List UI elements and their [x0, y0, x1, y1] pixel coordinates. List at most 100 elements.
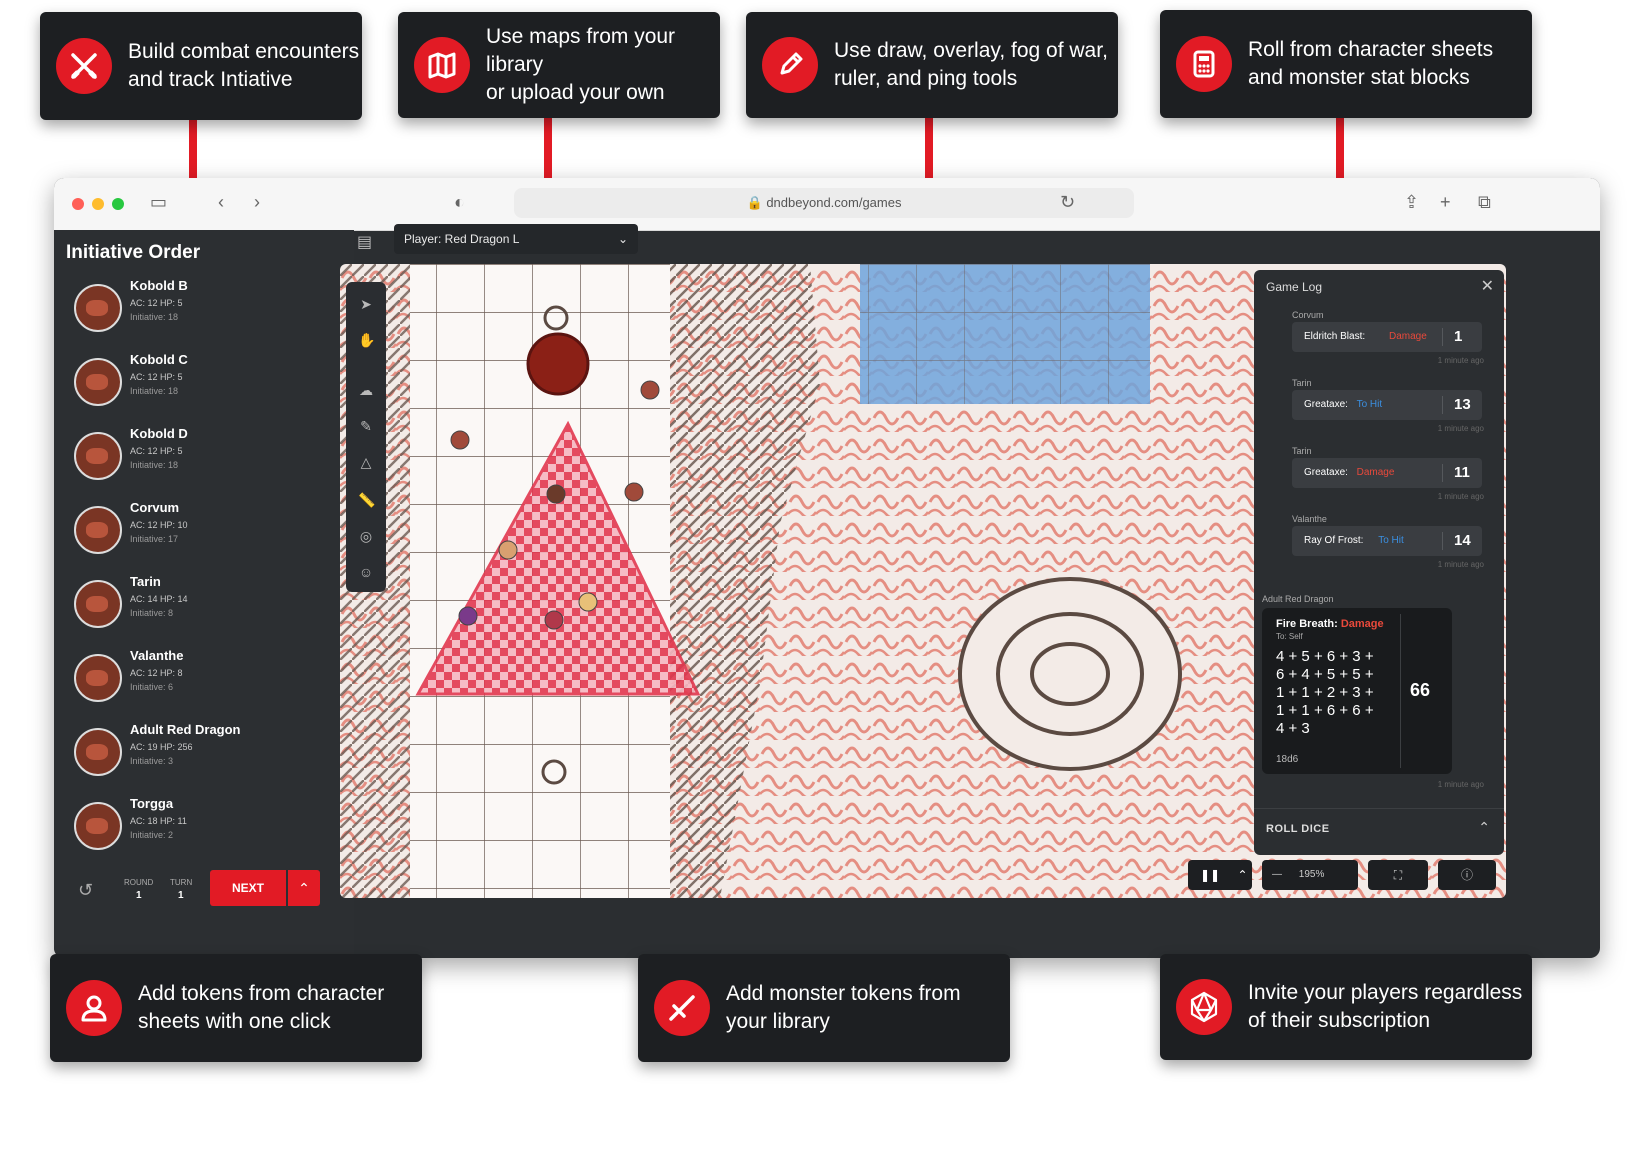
callout-tokens: Add tokens from character sheets with on… [50, 954, 422, 1062]
kobold-token[interactable] [640, 380, 660, 400]
callout-text: Build combat encounters and track Intiat… [128, 40, 360, 91]
log-actor: Valanthe [1292, 514, 1327, 524]
callout-maps: Use maps from your library or upload you… [398, 12, 720, 118]
entry-name: Kobold B [130, 278, 188, 293]
invite-button[interactable]: ⓘ [1438, 860, 1496, 890]
log-action: Eldritch Blast: [1304, 331, 1366, 342]
log-time: 1 minute ago [1437, 560, 1484, 569]
log-big-card: Fire Breath: Damage To: Self 4 + 5 + 6 +… [1262, 608, 1452, 774]
entry-stats: AC: 12 HP: 8 [130, 668, 183, 678]
pointer-icon[interactable]: ➤ [358, 296, 374, 312]
sidebar-toggle-icon[interactable]: ▭ [150, 192, 167, 213]
initiative-entry[interactable]: Kobold B AC: 12 HP: 5 Initiative: 18 [74, 278, 344, 348]
log-big-actor: Adult Red Dragon [1262, 594, 1334, 604]
entry-initiative: Initiative: 6 [130, 682, 174, 692]
initiative-sidebar: Initiative Order Kobold B AC: 12 HP: 5 Ini… [54, 230, 354, 958]
log-actor: Tarin [1292, 378, 1312, 388]
island-outer [958, 577, 1182, 771]
log-kind: To Hit [1356, 399, 1383, 410]
game-log-panel: Game Log ✕ Corvum Eldritch Blast: Damage 1 1… [1254, 270, 1504, 855]
d20-icon [1176, 979, 1232, 1035]
zoom-control[interactable]: — 195% [1262, 860, 1358, 890]
back-icon[interactable]: ‹ [218, 192, 224, 213]
dragon-token[interactable] [526, 332, 590, 396]
log-divider [1442, 532, 1443, 550]
entry-stats: AC: 12 HP: 5 [130, 446, 183, 456]
roll-dice-bar[interactable]: ROLL DICE ⌃ [1254, 808, 1504, 849]
undo-icon[interactable]: ↺ [78, 880, 93, 901]
roll-dice-label: ROLL DICE [1266, 823, 1330, 835]
address-bar[interactable]: 🔒 dndbeyond.com/games [514, 188, 1134, 218]
zoom-value: 195% [1298, 869, 1325, 880]
log-big-dice: 4 + 5 + 6 + 3 + 6 + 4 + 5 + 5 + 1 + 1 + … [1276, 648, 1374, 737]
tabs-overview-icon[interactable]: ⧉ [1478, 192, 1491, 213]
zoom-out-icon[interactable]: — [1272, 869, 1282, 880]
browser-chrome: ▭ ‹ › ◐ 🔒 dndbeyond.com/games ↻ ⇪ + ⧉ [54, 178, 1600, 231]
initiative-entry[interactable]: Corvum AC: 12 HP: 10 Initiative: 17 [74, 500, 344, 570]
log-kind: Damage [1356, 467, 1395, 478]
avatar [74, 580, 122, 628]
entry-stats: AC: 12 HP: 5 [130, 372, 183, 382]
initiative-entry[interactable]: Valanthe AC: 12 HP: 8 Initiative: 6 [74, 648, 344, 718]
initiative-entry[interactable]: Torgga AC: 18 HP: 11 Initiative: 2 [74, 796, 344, 866]
initiative-entry[interactable]: Kobold C AC: 12 HP: 5 Initiative: 18 [74, 352, 344, 422]
new-tab-icon[interactable]: + [1440, 192, 1451, 213]
minimize-window-button[interactable] [92, 198, 104, 210]
round-label: ROUND [124, 878, 154, 887]
close-window-button[interactable] [72, 198, 84, 210]
fullscreen-icon: ⛶ [1393, 868, 1403, 882]
reload-icon[interactable]: ↻ [1060, 192, 1075, 213]
panel-toggle-icon[interactable]: ▤ [357, 232, 372, 252]
initiative-entry[interactable]: Adult Red Dragon AC: 19 HP: 256 Initiative… [74, 722, 344, 792]
kobold-token[interactable] [450, 430, 470, 450]
callout-text: Use maps from your library or upload you… [486, 25, 676, 104]
entry-stats: AC: 18 HP: 11 [130, 816, 187, 826]
hand-icon[interactable]: ✋ [358, 332, 375, 348]
forward-icon[interactable]: › [254, 192, 260, 213]
pencil-icon [762, 37, 818, 93]
pause-button[interactable]: ❚❚ ⌃ [1188, 860, 1252, 890]
player-select[interactable]: Player: Red Dragon L ⌄ [394, 224, 638, 254]
close-icon[interactable]: ✕ [1481, 276, 1494, 296]
log-result: 1 [1454, 328, 1463, 345]
next-button[interactable]: NEXT [210, 870, 286, 906]
shield-icon[interactable]: ◐ [454, 192, 465, 213]
next-label: NEXT [231, 881, 264, 895]
turn-label: TURN [170, 878, 193, 887]
token-icon[interactable]: ☺ [358, 564, 374, 580]
initiative-entry[interactable]: Kobold D AC: 12 HP: 5 Initiative: 18 [74, 426, 344, 496]
log-big-target: To: Self [1276, 632, 1303, 641]
player-token[interactable] [544, 610, 564, 630]
log-time: 1 minute ago [1437, 424, 1484, 433]
map-toolbar: ➤ ✋ ☁ ✎ △ 📏 ◎ ☺ [346, 282, 386, 592]
player-token[interactable] [498, 540, 518, 560]
ping-icon[interactable]: ◎ [358, 528, 374, 544]
sword-icon [654, 980, 710, 1036]
draw-icon[interactable]: ✎ [358, 418, 374, 434]
fog-icon[interactable]: ☁ [358, 382, 374, 398]
player-select-value: Player: Red Dragon L [404, 232, 520, 246]
pause-icon: ❚❚ [1200, 868, 1221, 882]
callout-tools: Use draw, overlay, fog of war, ruler, an… [746, 12, 1118, 118]
log-big-divider [1400, 614, 1401, 768]
avatar [74, 506, 122, 554]
callout-text: Add tokens from character sheets with on… [138, 982, 385, 1033]
entry-initiative: Initiative: 18 [130, 386, 179, 396]
chevron-up-icon: ⌃ [1237, 868, 1248, 882]
player-token[interactable] [458, 606, 478, 626]
player-token[interactable] [546, 484, 566, 504]
initiative-entry[interactable]: Tarin AC: 14 HP: 14 Initiative: 8 [74, 574, 344, 644]
fullscreen-button[interactable]: ⛶ [1368, 860, 1428, 890]
info-icon: ⓘ [1460, 868, 1473, 882]
calculator-icon [1176, 36, 1232, 92]
ruler-icon[interactable]: 📏 [358, 492, 375, 508]
player-token[interactable] [578, 592, 598, 612]
next-expand-button[interactable]: ⌃ [288, 870, 320, 906]
maximize-window-button[interactable] [112, 198, 124, 210]
kobold-token[interactable] [624, 482, 644, 502]
shapes-icon[interactable]: △ [358, 454, 374, 470]
share-icon[interactable]: ⇪ [1404, 192, 1419, 213]
map-icon [414, 37, 470, 93]
callout-text: Invite your players regardless of their … [1248, 981, 1523, 1032]
log-divider [1442, 328, 1443, 346]
